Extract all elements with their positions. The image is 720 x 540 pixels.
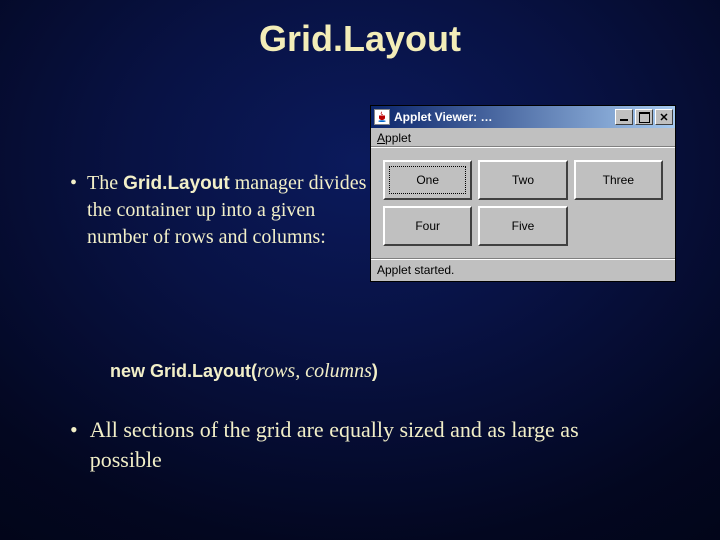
code-arg-rows: rows bbox=[257, 360, 295, 382]
code-classname: Grid.Layout bbox=[150, 361, 251, 381]
grid-button-label: Two bbox=[512, 173, 534, 187]
window-title: Applet Viewer: … bbox=[394, 110, 609, 124]
bullet-2: • All sections of the grid are equally s… bbox=[70, 415, 650, 474]
close-button[interactable]: ✕ bbox=[655, 109, 673, 125]
minimize-button[interactable] bbox=[615, 109, 633, 125]
code-new: new bbox=[110, 361, 150, 381]
code-example: new Grid.Layout(rows, columns) bbox=[110, 360, 378, 383]
grid-button-two[interactable]: Two bbox=[478, 160, 567, 200]
grid-button-label: Three bbox=[603, 173, 634, 187]
maximize-button[interactable] bbox=[635, 109, 653, 125]
grid-button-label: Five bbox=[512, 219, 535, 233]
code-close-paren: ) bbox=[372, 361, 378, 381]
grid-layout: One Two Three Four Five bbox=[383, 160, 663, 246]
bullet-dot: • bbox=[70, 415, 78, 474]
grid-empty-cell bbox=[574, 206, 663, 246]
window-buttons: ✕ bbox=[613, 109, 673, 125]
grid-button-label: One bbox=[416, 173, 439, 187]
applet-client-area: One Two Three Four Five bbox=[371, 148, 675, 258]
bullet-2-text: All sections of the grid are equally siz… bbox=[90, 415, 650, 474]
grid-button-five[interactable]: Five bbox=[478, 206, 567, 246]
titlebar[interactable]: Applet Viewer: … ✕ bbox=[371, 106, 675, 128]
grid-button-three[interactable]: Three bbox=[574, 160, 663, 200]
slide-title: Grid.Layout bbox=[0, 0, 720, 60]
bullet-1-prefix: The bbox=[87, 172, 123, 194]
applet-window: Applet Viewer: … ✕ Applet One Two Three … bbox=[370, 105, 676, 282]
grid-button-label: Four bbox=[415, 219, 440, 233]
menu-applet-rest: pplet bbox=[385, 131, 411, 145]
grid-button-four[interactable]: Four bbox=[383, 206, 472, 246]
bullet-dot: • bbox=[70, 170, 77, 251]
code-arg-columns: columns bbox=[305, 360, 372, 382]
grid-button-one[interactable]: One bbox=[383, 160, 472, 200]
bullet-1-classname: Grid.Layout bbox=[123, 173, 230, 194]
bullet-1-text: The Grid.Layout manager divides the cont… bbox=[87, 170, 370, 251]
menu-applet[interactable]: Applet bbox=[377, 131, 411, 145]
status-bar: Applet started. bbox=[371, 258, 675, 281]
menu-applet-mnemonic: A bbox=[377, 131, 385, 145]
java-cup-icon[interactable] bbox=[374, 109, 390, 125]
bullet-1: • The Grid.Layout manager divides the co… bbox=[70, 170, 370, 251]
code-sep: , bbox=[295, 360, 305, 382]
menubar: Applet bbox=[371, 128, 675, 148]
